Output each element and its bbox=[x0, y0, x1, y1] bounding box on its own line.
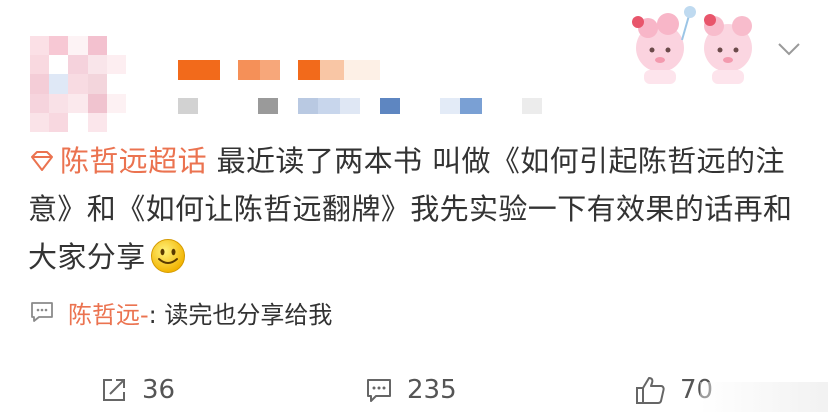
comment-text: : 读完也分享给我 bbox=[148, 300, 333, 329]
decorative-sticker bbox=[632, 6, 752, 84]
comment-bubble-icon bbox=[31, 302, 53, 322]
diamond-icon bbox=[31, 151, 53, 171]
comment-icon bbox=[367, 379, 391, 402]
smile-emoji-icon bbox=[150, 239, 185, 273]
watermark bbox=[700, 382, 828, 412]
comment-count: 235 bbox=[407, 375, 457, 405]
weibo-post-card: 陈哲远超话 最近读了两本书 叫做《如何引起陈哲远的注意》和《如何让陈哲远翻牌》我… bbox=[0, 0, 828, 420]
repost-icon bbox=[103, 379, 125, 401]
post-meta-redacted bbox=[178, 98, 542, 114]
repost-button[interactable]: 36 bbox=[100, 368, 175, 412]
comment-preview[interactable]: 陈哲远- : 读完也分享给我 bbox=[30, 294, 332, 330]
comment-button[interactable]: 235 bbox=[365, 368, 457, 412]
thumbs-up-icon bbox=[636, 377, 665, 404]
post-text: 陈哲远超话 最近读了两本书 叫做《如何引起陈哲远的注意》和《如何让陈哲远翻牌》我… bbox=[28, 137, 818, 281]
topic-label[interactable]: 陈哲远超话 bbox=[60, 144, 207, 178]
chevron-down-icon[interactable] bbox=[776, 40, 802, 58]
repost-count: 36 bbox=[142, 375, 176, 405]
comment-username[interactable]: 陈哲远- bbox=[68, 295, 149, 330]
avatar[interactable] bbox=[30, 36, 126, 132]
username-redacted[interactable] bbox=[178, 60, 380, 80]
topic-link[interactable]: 陈哲远超话 bbox=[28, 144, 207, 178]
